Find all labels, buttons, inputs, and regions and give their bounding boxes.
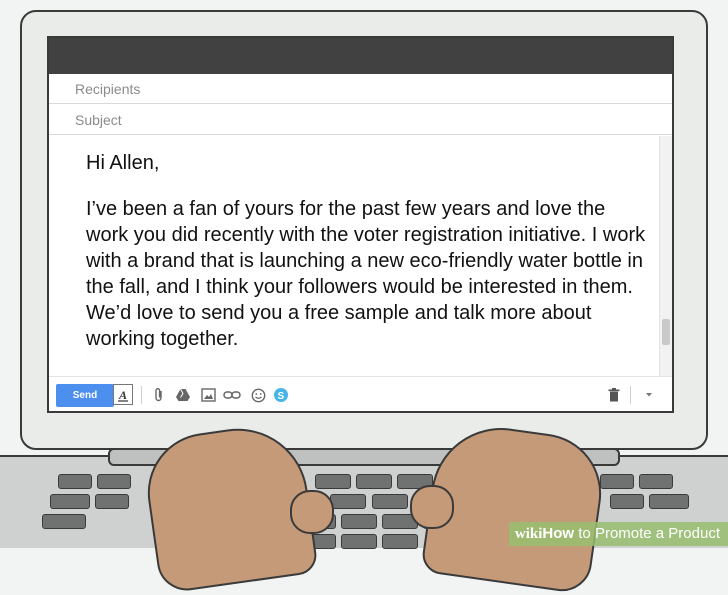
more-options-icon[interactable] [639, 385, 659, 405]
keyboard-key [372, 494, 408, 509]
keyboard-key [315, 474, 351, 489]
link-icon[interactable] [222, 385, 242, 405]
keyboard-key [341, 534, 377, 549]
drive-icon[interactable] [173, 385, 193, 405]
keyboard-key [639, 474, 673, 489]
keyboard-key [649, 494, 689, 509]
keyboard-key [50, 494, 90, 509]
keyboard-key [330, 494, 366, 509]
skype-icon[interactable]: S [271, 385, 291, 405]
keyboard-key [356, 474, 392, 489]
keyboard-key [97, 474, 131, 489]
scrollbar[interactable] [659, 136, 672, 376]
keyboard-key [58, 474, 92, 489]
photo-icon[interactable] [198, 385, 218, 405]
svg-text:S: S [278, 391, 285, 402]
laptop-screen: Recipients Subject Hi Allen, I’ve been a… [47, 36, 674, 413]
toolbar-separator [141, 386, 142, 404]
right-finger [410, 485, 454, 529]
wikihow-watermark: wikiHow to Promote a Product [508, 522, 728, 546]
svg-text:A: A [118, 388, 127, 402]
keyboard-key [95, 494, 129, 509]
keyboard-key [610, 494, 644, 509]
keyboard-key [382, 534, 418, 549]
emoji-icon[interactable] [248, 385, 268, 405]
subject-field[interactable]: Subject [49, 105, 672, 135]
compose-title-bar [49, 38, 672, 74]
attach-icon[interactable] [149, 385, 169, 405]
watermark-title: to Promote a Product [574, 525, 720, 542]
recipients-field[interactable]: Recipients [49, 74, 672, 104]
message-text: I’ve been a fan of yours for the past fe… [86, 198, 646, 350]
format-text-icon[interactable]: A [113, 384, 133, 405]
compose-toolbar: Send A S [49, 376, 672, 411]
message-body[interactable]: Hi Allen, I’ve been a fan of yours for t… [49, 136, 672, 376]
greeting-text: Hi Allen, [86, 152, 160, 174]
keyboard-key [600, 474, 634, 489]
left-finger [290, 490, 334, 534]
watermark-how: How [542, 525, 575, 542]
toolbar-separator [630, 386, 631, 404]
keyboard-key [42, 514, 86, 529]
watermark-brand: wiki [514, 526, 543, 542]
send-button[interactable]: Send [56, 384, 114, 407]
keyboard-key [341, 514, 377, 529]
scrollbar-thumb[interactable] [662, 319, 670, 345]
trash-icon[interactable] [604, 385, 624, 405]
